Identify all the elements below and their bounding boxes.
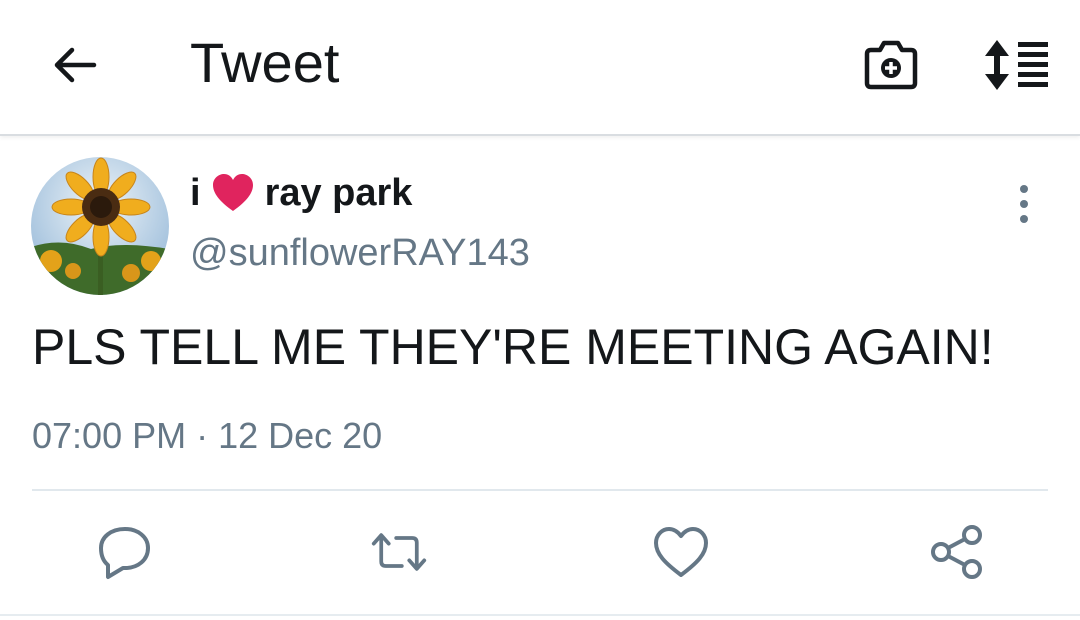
display-name[interactable]: i ray park <box>190 170 412 216</box>
display-name-suffix: ray park <box>264 171 413 214</box>
tweet-timestamp: 07:00 PM · 12 Dec 20 <box>32 415 383 456</box>
user-handle[interactable]: @sunflowerRAY143 <box>190 232 530 275</box>
app-bar: Tweet <box>0 0 1080 136</box>
retweet-icon[interactable] <box>370 524 428 580</box>
bottom-divider <box>0 614 1080 616</box>
like-icon[interactable] <box>652 524 710 580</box>
back-arrow-icon[interactable] <box>50 40 100 90</box>
avatar[interactable] <box>31 157 169 295</box>
more-options-icon[interactable] <box>1012 184 1036 224</box>
display-name-prefix: i <box>190 171 201 214</box>
heart-emoji-icon <box>212 174 253 211</box>
camera-plus-icon[interactable] <box>862 38 920 92</box>
share-icon[interactable] <box>928 524 986 580</box>
tweet-text: PLS TELL ME THEY'RE MEETING AGAIN! <box>32 319 994 375</box>
divider <box>32 489 1048 491</box>
reply-icon[interactable] <box>96 524 154 580</box>
page-title: Tweet <box>190 31 340 94</box>
sort-list-icon[interactable] <box>982 38 1052 92</box>
